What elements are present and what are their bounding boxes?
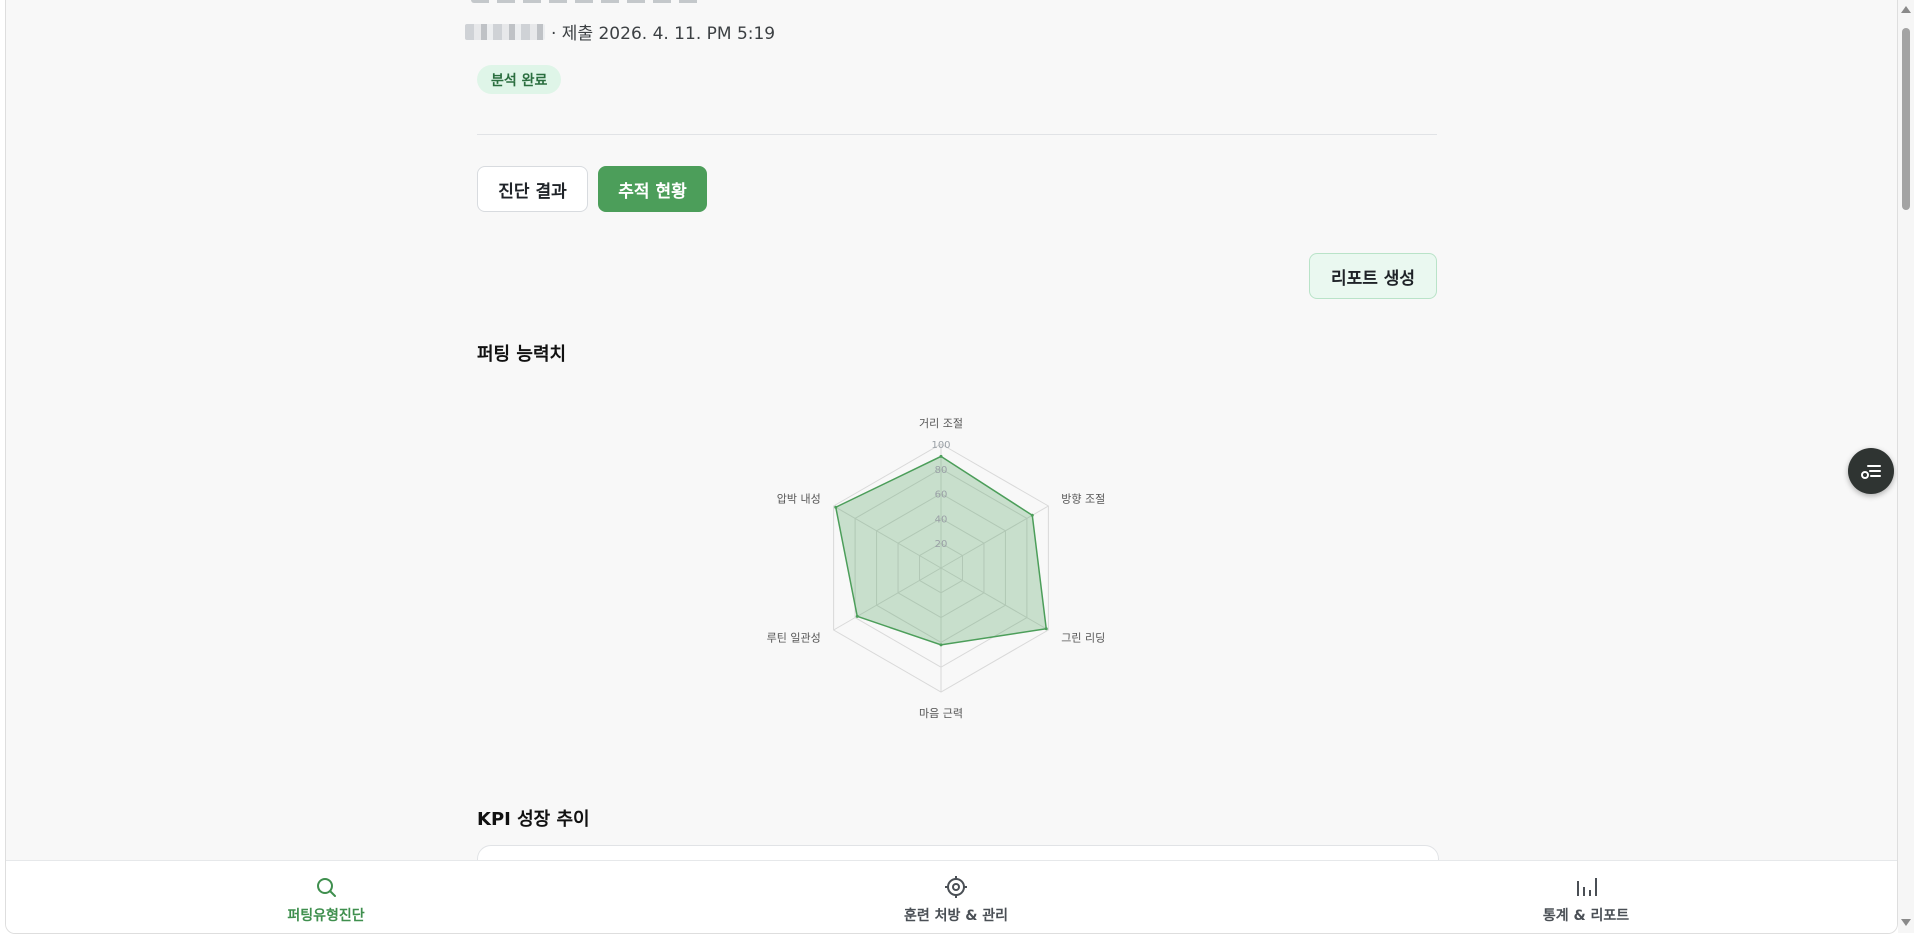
radar-axis-label: 방향 조절 — [1061, 493, 1105, 506]
radar-axis-label: 그린 리딩 — [1061, 631, 1105, 644]
floating-menu-button[interactable] — [1848, 448, 1894, 494]
kpi-growth-title: KPI 성장 추이 — [477, 809, 590, 830]
nav-label: 훈련 처방 & 관리 — [903, 908, 1009, 924]
putting-radar-chart: 20 40 60 80 100 거리 조절방향 조절그린 리딩마음 근력 루틴 일관성 압박 … — [741, 400, 1141, 740]
putting-ability-title: 퍼팅 능력치 — [477, 344, 567, 365]
radar-data-point — [855, 614, 859, 618]
radar-data-point — [1044, 627, 1048, 631]
radar-data-point — [834, 505, 838, 509]
radar-chart-svg: 20 40 60 80 100 거리 조절방향 조절그린 리딩마음 근력 루틴 일관성 압박 … — [767, 417, 1106, 720]
nav-label: 퍼팅유형진단 — [287, 908, 365, 924]
radar-data-point — [1030, 513, 1034, 517]
radar-tick-label: 40 — [935, 514, 948, 525]
nav-training-management[interactable]: 훈련 처방 & 관리 — [846, 875, 1066, 925]
nav-stats-report[interactable]: 통계 & 리포트 — [1476, 875, 1696, 925]
radar-tick-label: 20 — [935, 539, 948, 550]
list-settings-icon — [1861, 465, 1881, 479]
app-frame: · 제출 2026. 4. 11. PM 5:19 분석 완료 진단 결과 추적… — [5, 0, 1898, 934]
status-badge: 분석 완료 — [477, 65, 562, 94]
radar-data-point — [939, 643, 943, 647]
radar-tick-label: 60 — [935, 490, 948, 501]
generate-report-button[interactable]: 리포트 생성 — [1309, 253, 1437, 299]
nav-label: 통계 & 리포트 — [1542, 908, 1630, 924]
nav-putting-diagnosis[interactable]: 퍼팅유형진단 — [216, 875, 436, 925]
scrollbar-thumb[interactable] — [1902, 28, 1910, 210]
bottom-navigation: 퍼팅유형진단 훈련 처방 & 관리 통계 & 리포트 — [6, 860, 1897, 933]
redacted-name — [465, 23, 545, 40]
submission-meta: · 제출 2026. 4. 11. PM 5:19 — [465, 19, 775, 44]
radar-tick-label: 100 — [931, 440, 950, 451]
divider — [477, 134, 1437, 135]
scroll-down-arrow-icon[interactable] — [1901, 919, 1911, 926]
radar-data-point — [939, 454, 943, 458]
radar-data-area — [834, 455, 1048, 646]
page-title-partial — [471, 0, 701, 3]
vertical-scrollbar[interactable] — [1898, 0, 1914, 933]
radar-axis-label: 마음 근력 — [919, 707, 963, 720]
scroll-up-arrow-icon[interactable] — [1901, 6, 1911, 13]
search-icon — [317, 878, 336, 897]
submitted-date: · 제출 2026. 4. 11. PM 5:19 — [551, 24, 776, 44]
tab-tracking-status[interactable]: 추적 현황 — [598, 166, 707, 212]
radar-axis-label: 루틴 일관성 — [767, 630, 821, 644]
radar-axis-label: 거리 조절 — [919, 417, 963, 430]
target-icon — [945, 876, 967, 898]
radar-axis-label: 압박 내성 — [777, 493, 821, 506]
bar-chart-icon — [1577, 878, 1597, 896]
tab-diagnosis-result[interactable]: 진단 결과 — [477, 166, 588, 212]
radar-tick-label: 80 — [935, 465, 948, 476]
